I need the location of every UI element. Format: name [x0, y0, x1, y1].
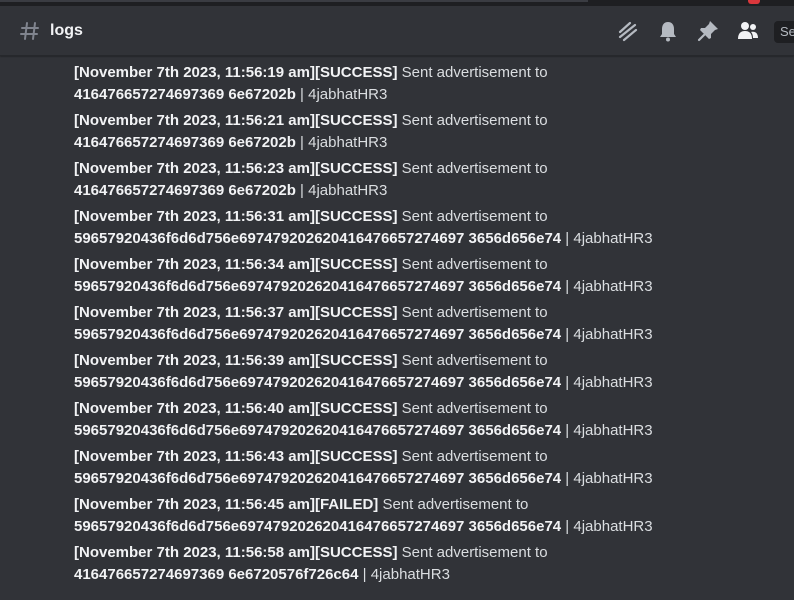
message-separator: | [561, 518, 574, 535]
search-input[interactable]: Se [774, 21, 794, 43]
message-user: 4jabhatHR3 [573, 326, 653, 343]
pinned-messages-button[interactable] [696, 19, 720, 43]
message-separator: | [561, 278, 574, 295]
message-stamp: [November 7th 2023, 11:56:23 am][SUCCESS… [74, 160, 398, 177]
message-separator: | [561, 326, 574, 343]
threads-button[interactable] [616, 19, 640, 43]
log-message: [November 7th 2023, 11:56:31 am][SUCCESS… [74, 206, 784, 250]
message-separator: | [561, 374, 574, 391]
bell-icon [660, 22, 676, 42]
message-separator: | [295, 86, 309, 103]
message-user: 4jabhatHR3 [573, 422, 653, 439]
message-text: Sent advertisement to [397, 160, 548, 177]
message-target: 416476657274697369 6e6720576f726c64 [74, 566, 359, 583]
message-stamp: [November 7th 2023, 11:56:58 am][SUCCESS… [74, 544, 398, 561]
member-list-button[interactable] [736, 19, 760, 43]
message-stamp: [November 7th 2023, 11:56:37 am][SUCCESS… [74, 304, 398, 321]
message-text: Sent advertisement to [397, 448, 548, 465]
message-stamp: [November 7th 2023, 11:56:19 am][SUCCESS… [74, 64, 398, 81]
message-user: 4jabhatHR3 [370, 566, 450, 583]
message-stamp: [November 7th 2023, 11:56:31 am][SUCCESS… [74, 208, 398, 225]
message-target: 59657920436f6d6d756e69747920262041647665… [74, 230, 562, 247]
message-stamp: [November 7th 2023, 11:56:34 am][SUCCESS… [74, 256, 398, 273]
message-text: Sent advertisement to [397, 352, 548, 369]
message-separator: | [295, 134, 309, 151]
message-text: Sent advertisement to [397, 208, 548, 225]
log-message: [November 7th 2023, 11:56:21 am][SUCCESS… [74, 110, 784, 154]
log-message: [November 7th 2023, 11:56:45 am][FAILED]… [74, 494, 784, 538]
message-target: 59657920436f6d6d756e69747920262041647665… [74, 518, 562, 535]
message-user: 4jabhatHR3 [573, 470, 653, 487]
message-text: Sent advertisement to [378, 496, 529, 513]
message-text: Sent advertisement to [397, 400, 548, 417]
message-separator: | [561, 422, 574, 439]
message-user: 4jabhatHR3 [573, 278, 653, 295]
message-target: 59657920436f6d6d756e69747920262041647665… [74, 326, 562, 343]
notification-badge [748, 0, 760, 4]
message-target: 59657920436f6d6d756e69747920262041647665… [74, 374, 562, 391]
message-text: Sent advertisement to [397, 112, 548, 129]
notification-settings-button[interactable] [656, 19, 680, 43]
message-stamp: [November 7th 2023, 11:56:21 am][SUCCESS… [74, 112, 398, 129]
message-separator: | [295, 182, 309, 199]
message-stamp: [November 7th 2023, 11:56:45 am][FAILED] [74, 496, 379, 513]
message-stamp: [November 7th 2023, 11:56:43 am][SUCCESS… [74, 448, 398, 465]
message-user: 4jabhatHR3 [573, 374, 653, 391]
message-text: Sent advertisement to [397, 64, 548, 81]
message-target: 59657920436f6d6d756e69747920262041647665… [74, 278, 562, 295]
pin-icon [697, 21, 718, 42]
message-user: 4jabhatHR3 [308, 86, 388, 103]
log-message: [November 7th 2023, 11:56:37 am][SUCCESS… [74, 302, 784, 346]
hash-icon [20, 22, 39, 40]
message-text: Sent advertisement to [397, 256, 548, 273]
message-separator: | [561, 230, 574, 247]
message-text: Sent advertisement to [397, 304, 548, 321]
message-list: [November 7th 2023, 11:56:19 am][SUCCESS… [74, 62, 784, 590]
channel-name: logs [50, 22, 83, 39]
message-target: 416476657274697369 6e67202b [74, 86, 296, 103]
threads-icon [618, 21, 638, 42]
tab-strip-accent [0, 0, 588, 2]
message-target: 59657920436f6d6d756e69747920262041647665… [74, 422, 562, 439]
log-message: [November 7th 2023, 11:56:19 am][SUCCESS… [74, 62, 784, 106]
message-target: 416476657274697369 6e67202b [74, 134, 296, 151]
channel-header: logs Se [0, 6, 794, 56]
message-stamp: [November 7th 2023, 11:56:40 am][SUCCESS… [74, 400, 398, 417]
message-target: 416476657274697369 6e67202b [74, 182, 296, 199]
message-text: Sent advertisement to [397, 544, 548, 561]
log-message: [November 7th 2023, 11:56:39 am][SUCCESS… [74, 350, 784, 394]
message-user: 4jabhatHR3 [308, 134, 388, 151]
log-message: [November 7th 2023, 11:56:43 am][SUCCESS… [74, 446, 784, 490]
message-user: 4jabhatHR3 [573, 230, 653, 247]
message-stamp: [November 7th 2023, 11:56:39 am][SUCCESS… [74, 352, 398, 369]
members-icon [738, 22, 758, 39]
message-separator: | [358, 566, 371, 583]
message-target: 59657920436f6d6d756e69747920262041647665… [74, 470, 562, 487]
log-message: [November 7th 2023, 11:56:34 am][SUCCESS… [74, 254, 784, 298]
message-user: 4jabhatHR3 [308, 182, 388, 199]
log-message: [November 7th 2023, 11:56:40 am][SUCCESS… [74, 398, 784, 442]
message-user: 4jabhatHR3 [573, 518, 653, 535]
message-separator: | [561, 470, 574, 487]
log-message: [November 7th 2023, 11:56:23 am][SUCCESS… [74, 158, 784, 202]
log-message: [November 7th 2023, 11:56:58 am][SUCCESS… [74, 542, 784, 586]
